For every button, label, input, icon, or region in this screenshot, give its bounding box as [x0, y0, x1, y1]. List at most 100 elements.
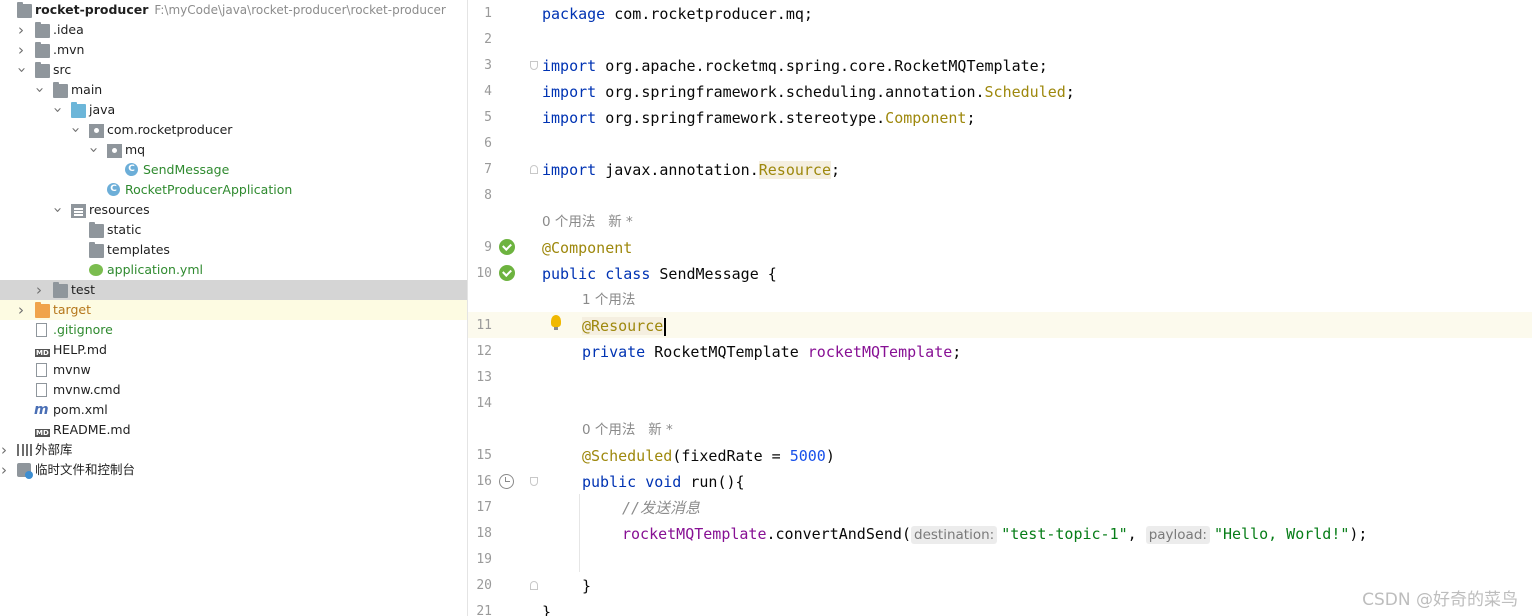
- tree-item-label: src: [53, 62, 72, 77]
- tree-item-mvn[interactable]: .mvn: [0, 40, 467, 60]
- tree-item-com-rocketproducer[interactable]: com.rocketproducer: [0, 120, 467, 140]
- tree-item-pom-xml[interactable]: m pom.xml: [0, 400, 467, 420]
- tree-item-idea[interactable]: .idea: [0, 20, 467, 40]
- fold-marker-icon[interactable]: [530, 477, 538, 486]
- tree-item-src[interactable]: src: [0, 60, 467, 80]
- line-number: 19: [476, 552, 492, 567]
- usage-hint[interactable]: 1 个用法: [582, 287, 635, 313]
- parameter-hint: destination:: [911, 525, 998, 544]
- tree-item-test[interactable]: test: [0, 280, 467, 300]
- tree-item-help-md[interactable]: HELP.md: [0, 340, 467, 360]
- tree-item-gitignore[interactable]: .gitignore: [0, 320, 467, 340]
- tree-item-target[interactable]: target: [0, 300, 467, 320]
- chevron-right-icon[interactable]: [15, 20, 27, 40]
- code-line-21[interactable]: }: [542, 599, 551, 616]
- chevron-right-icon[interactable]: [15, 40, 27, 60]
- spring-bean-icon[interactable]: [499, 265, 515, 281]
- folder-icon: [35, 42, 50, 58]
- tree-item-rocketproducerapplication[interactable]: C RocketProducerApplication: [0, 180, 467, 200]
- text-cursor: [664, 317, 666, 336]
- line-number: 1: [484, 6, 492, 21]
- scheduled-clock-icon[interactable]: [499, 474, 514, 489]
- code-line-12[interactable]: private RocketMQTemplate rocketMQTemplat…: [582, 339, 961, 365]
- code-line-16[interactable]: public void run(){: [582, 469, 745, 495]
- code-line-4[interactable]: import org.springframework.scheduling.an…: [542, 79, 1075, 105]
- maven-icon: m: [34, 402, 49, 418]
- tree-item-label: SendMessage: [143, 162, 230, 177]
- code-line-1[interactable]: package com.rocketproducer.mq;: [542, 1, 813, 27]
- line-number: 18: [476, 526, 492, 541]
- chevron-right-icon[interactable]: [15, 300, 27, 320]
- code-line-20[interactable]: }: [582, 573, 591, 599]
- code-line-18[interactable]: rocketMQTemplate.convertAndSend(destinat…: [622, 521, 1367, 547]
- line-number: 7: [484, 162, 492, 177]
- watermark: CSDN @好奇的菜鸟: [1362, 590, 1518, 610]
- chevron-right-icon[interactable]: [0, 460, 10, 480]
- chevron-down-icon[interactable]: [15, 60, 27, 80]
- usage-hint[interactable]: 0 个用法 新 *: [542, 209, 633, 235]
- line-number: 17: [476, 500, 492, 515]
- line-number: 5: [484, 110, 492, 125]
- chevron-right-icon[interactable]: [0, 440, 10, 460]
- code-line-10[interactable]: public class SendMessage {: [542, 261, 777, 287]
- chevron-down-icon[interactable]: [51, 200, 63, 220]
- code-line-15[interactable]: @Scheduled(fixedRate = 5000): [582, 443, 835, 469]
- tree-item-label: README.md: [53, 422, 131, 437]
- tree-item-main[interactable]: main: [0, 80, 467, 100]
- tree-item-resources[interactable]: resources: [0, 200, 467, 220]
- chevron-right-icon[interactable]: [33, 280, 45, 300]
- tree-item-label: com.rocketproducer: [107, 122, 233, 137]
- yaml-file-icon: [89, 264, 103, 276]
- source-folder-icon: [71, 102, 86, 118]
- tree-item-label: resources: [89, 202, 150, 217]
- tree-item-label: pom.xml: [53, 402, 108, 417]
- tree-item-mvnw[interactable]: mvnw: [0, 360, 467, 380]
- fold-marker-icon[interactable]: [530, 61, 538, 70]
- code-line-9[interactable]: @Component: [542, 235, 632, 261]
- tree-item-scratches[interactable]: 临时文件和控制台: [0, 460, 467, 480]
- chevron-down-icon[interactable]: [87, 140, 99, 160]
- tree-item-rocket-producer[interactable]: rocket-producerF:\myCode\java\rocket-pro…: [0, 0, 467, 20]
- usage-hint[interactable]: 0 个用法 新 *: [582, 417, 673, 443]
- line-number: 14: [476, 396, 492, 411]
- tree-item-mq[interactable]: mq: [0, 140, 467, 160]
- tree-item-mvnw-cmd[interactable]: mvnw.cmd: [0, 380, 467, 400]
- tree-item-label: HELP.md: [53, 342, 107, 357]
- spring-bean-icon[interactable]: [499, 239, 515, 255]
- library-icon: [17, 444, 33, 456]
- tree-item-readme-md[interactable]: README.md: [0, 420, 467, 440]
- fold-marker-icon[interactable]: [530, 165, 538, 174]
- code-line-17[interactable]: //发送消息: [622, 495, 700, 521]
- code-line-7[interactable]: import javax.annotation.Resource;: [542, 157, 840, 183]
- file-icon: [36, 323, 47, 337]
- editor-gutter[interactable]: 1 2 3 4 5 6 7 8 9 10 11 12 13 14 15 16 1…: [468, 0, 538, 616]
- code-editor[interactable]: 1 2 3 4 5 6 7 8 9 10 11 12 13 14 15 16 1…: [468, 0, 1532, 616]
- fold-marker-icon[interactable]: [530, 581, 538, 590]
- tree-item-static[interactable]: static: [0, 220, 467, 240]
- tree-item-sendmessage[interactable]: C SendMessage: [0, 160, 467, 180]
- chevron-down-icon[interactable]: [69, 120, 81, 140]
- indent-guide: [579, 494, 580, 572]
- tree-item-label: target: [53, 302, 92, 317]
- folder-icon: [53, 282, 68, 298]
- line-number: 12: [476, 344, 492, 359]
- tree-item-label: java: [89, 102, 116, 117]
- code-line-3[interactable]: import org.apache.rocketmq.spring.core.R…: [542, 53, 1048, 79]
- line-number: 11: [476, 318, 492, 333]
- chevron-down-icon[interactable]: [51, 100, 63, 120]
- markdown-file-icon: [35, 423, 50, 437]
- tree-item-application-yml[interactable]: application.yml: [0, 260, 467, 280]
- resources-folder-icon: [71, 204, 86, 218]
- lightbulb-icon[interactable]: [551, 315, 561, 330]
- folder-icon: [35, 62, 50, 78]
- code-line-5[interactable]: import org.springframework.stereotype.Co…: [542, 105, 975, 131]
- line-number: 4: [484, 84, 492, 99]
- chevron-down-icon[interactable]: [33, 80, 45, 100]
- tree-item-external-libraries[interactable]: 外部库: [0, 440, 467, 460]
- line-number: 20: [476, 578, 492, 593]
- tree-item-label: mvnw.cmd: [53, 382, 121, 397]
- code-line-11[interactable]: @Resource: [582, 313, 666, 339]
- folder-icon: [53, 82, 68, 98]
- tree-item-templates[interactable]: templates: [0, 240, 467, 260]
- tree-item-java[interactable]: java: [0, 100, 467, 120]
